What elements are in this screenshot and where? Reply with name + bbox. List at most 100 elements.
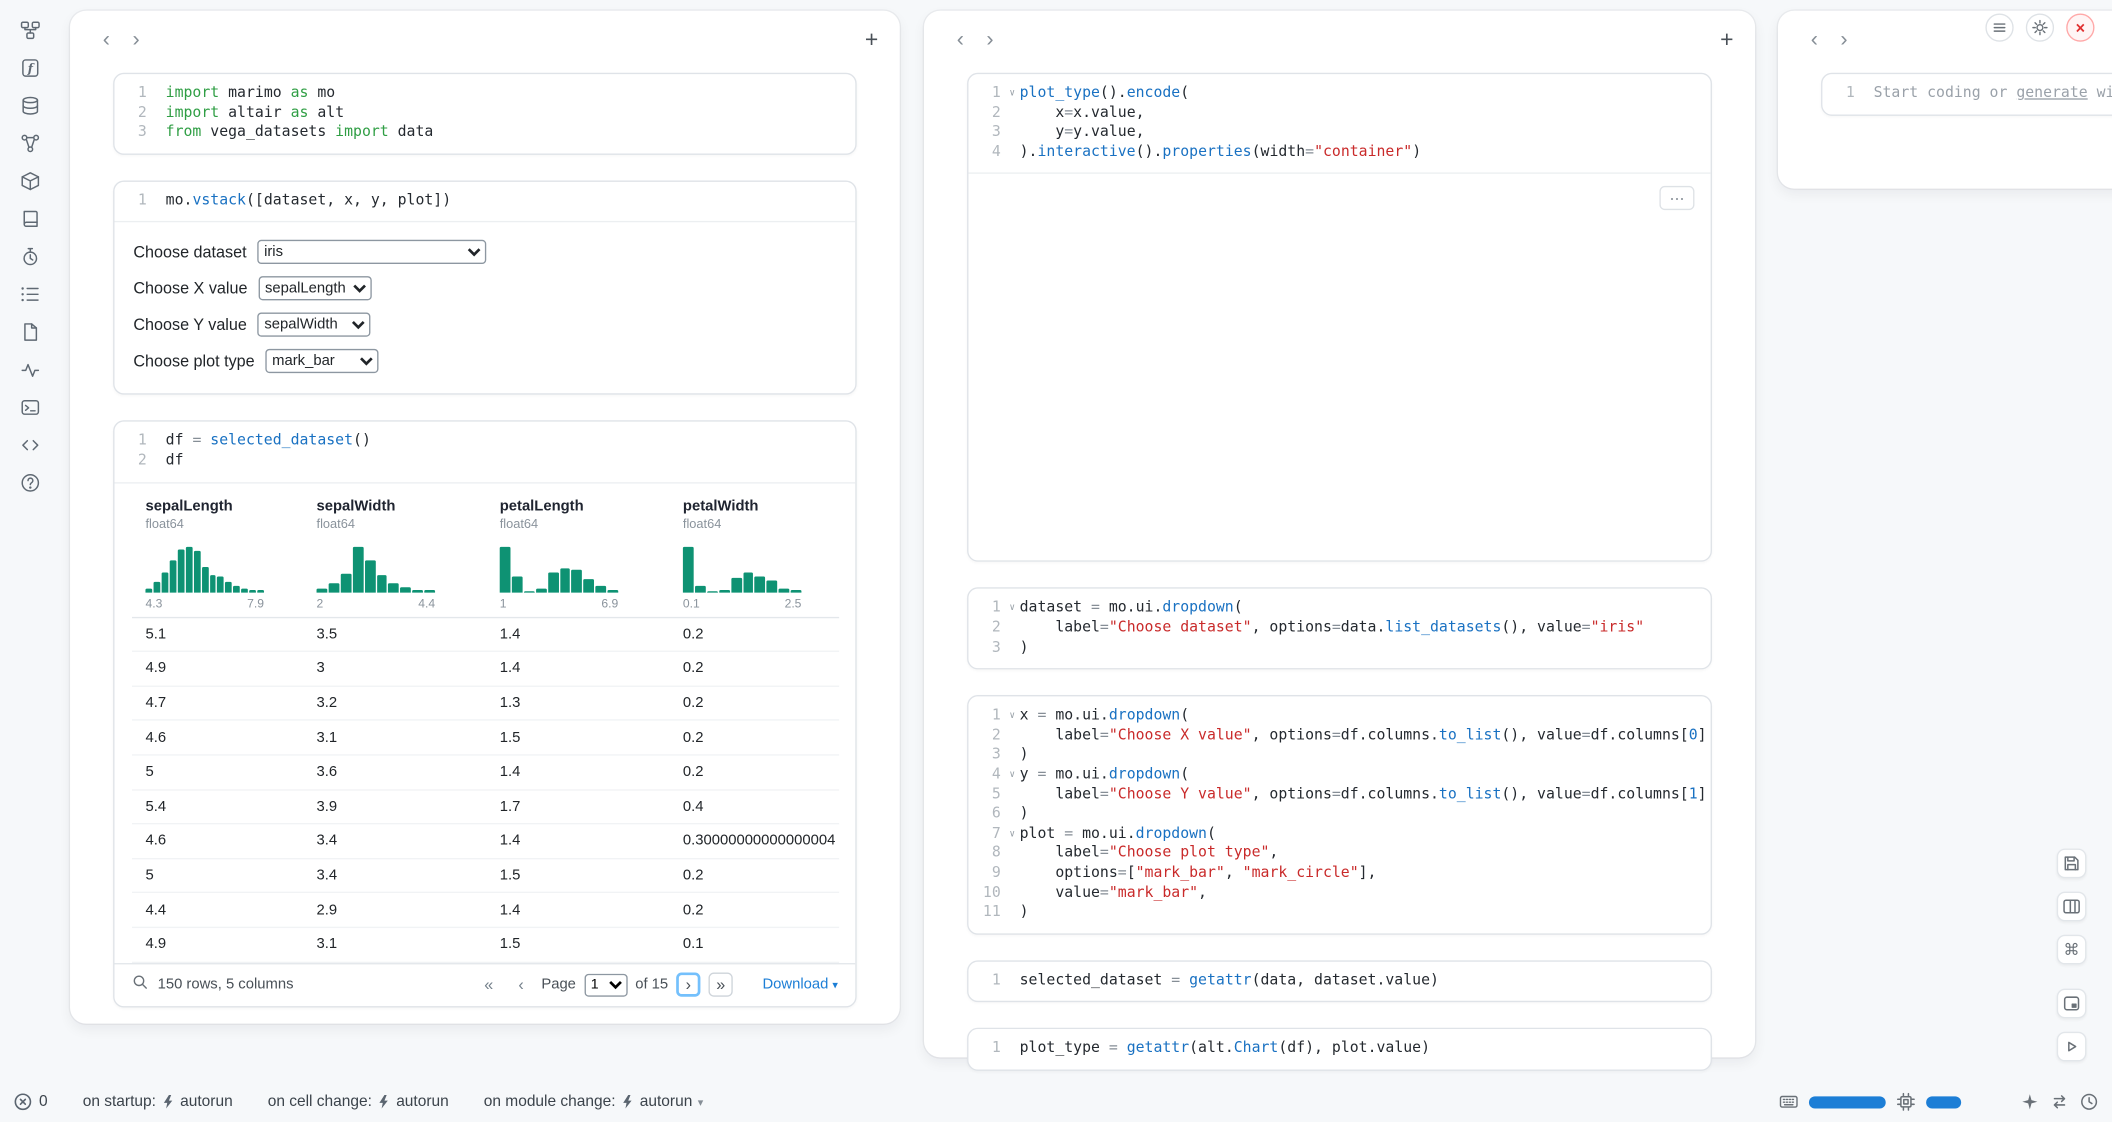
snippets-icon[interactable]: [15, 434, 45, 457]
fold-chevron-icon[interactable]: ∨: [1005, 599, 1020, 619]
code-line[interactable]: 3from vega_datasets import data: [114, 123, 844, 143]
download-button[interactable]: Download▾: [762, 977, 837, 993]
bar-chart[interactable]: [982, 188, 1688, 546]
code-line[interactable]: 10 value="mark_bar",: [968, 883, 1699, 903]
packages-icon[interactable]: [15, 170, 45, 193]
errors-indicator[interactable]: 0: [13, 1092, 47, 1111]
code-line[interactable]: 1∨plot_type().encode(: [968, 84, 1699, 104]
fold-chevron-icon[interactable]: ∨: [1005, 706, 1020, 726]
line-number: 10: [968, 883, 1004, 903]
svg-text:f: f: [27, 62, 35, 76]
chevron-left-icon[interactable]: ‹: [946, 30, 976, 52]
on-cell-change-chip[interactable]: on cell change: autorun: [268, 1094, 449, 1110]
dependency-graph-icon[interactable]: [15, 19, 45, 42]
variables-icon[interactable]: [15, 132, 45, 155]
datasources-icon[interactable]: [15, 94, 45, 117]
file-icon[interactable]: f: [15, 57, 45, 80]
console-panel-button[interactable]: [2057, 989, 2087, 1019]
code-line[interactable]: 1mo.vstack([dataset, x, y, plot]): [114, 191, 844, 211]
run-all-button[interactable]: [2057, 1032, 2087, 1062]
code-line[interactable]: 1∨x = mo.ui.dropdown(: [968, 706, 1699, 726]
first-page-button[interactable]: «: [477, 972, 501, 996]
cpu-icon[interactable]: [1896, 1092, 1915, 1111]
column-header-sepalLength[interactable]: sepalLengthfloat644.37.9: [132, 494, 303, 617]
code-line[interactable]: 2 label="Choose X value", options=df.col…: [968, 726, 1699, 746]
choose-plot-type-select[interactable]: mark_bar: [265, 349, 378, 373]
code-line[interactable]: 1import marimo as mo: [114, 84, 844, 104]
code-line[interactable]: 1df = selected_dataset(): [114, 432, 844, 452]
column-header-sepalWidth[interactable]: sepalWidthfloat6424.4: [303, 494, 486, 617]
add-cell-button[interactable]: +: [1720, 27, 1733, 54]
code-line[interactable]: 2 label="Choose dataset", options=data.l…: [968, 618, 1699, 638]
choose-dataset-select[interactable]: iris: [257, 240, 486, 264]
code-editor[interactable]: 1import marimo as mo2import altair as al…: [114, 74, 855, 153]
code-editor[interactable]: 1∨plot_type().encode(2 x=x.value,3 y=y.v…: [968, 74, 1710, 173]
clock-icon[interactable]: [2080, 1092, 2099, 1111]
chevron-right-icon[interactable]: ›: [975, 30, 1005, 52]
menu-button[interactable]: [1985, 13, 2013, 41]
outline-icon[interactable]: [15, 283, 45, 306]
chevron-right-icon[interactable]: ›: [1829, 30, 1859, 52]
page-select[interactable]: 1: [584, 973, 627, 996]
code-line[interactable]: 9 options=["mark_bar", "mark_circle"],: [968, 863, 1699, 883]
terminal-icon[interactable]: [15, 396, 45, 419]
fold-chevron-icon[interactable]: ∨: [1005, 84, 1020, 104]
line-number: 1: [968, 84, 1004, 104]
layout-grid-button[interactable]: [2057, 892, 2087, 922]
code-editor[interactable]: 1plot_type = getattr(alt.Chart(df), plot…: [968, 1029, 1710, 1069]
generate-link[interactable]: generate: [2016, 84, 2087, 102]
logs-icon[interactable]: [15, 358, 45, 381]
tracing-icon[interactable]: [15, 245, 45, 268]
code-editor[interactable]: 1∨dataset = mo.ui.dropdown(2 label="Choo…: [968, 589, 1710, 668]
sparkle-icon[interactable]: [2020, 1092, 2039, 1111]
code-line[interactable]: 2 x=x.value,: [968, 103, 1699, 123]
chart-menu-button[interactable]: ⋯: [1659, 186, 1694, 210]
chevron-left-icon[interactable]: ‹: [1800, 30, 1830, 52]
prev-page-button[interactable]: ‹: [509, 972, 533, 996]
line-number: 1: [968, 706, 1004, 726]
chevron-right-icon[interactable]: ›: [121, 30, 151, 52]
on-startup-chip[interactable]: on startup: autorun: [83, 1094, 233, 1110]
next-page-button[interactable]: ›: [676, 972, 700, 996]
choose-x-value-select[interactable]: sepalLength: [258, 277, 371, 301]
code-line[interactable]: 5 label="Choose Y value", options=df.col…: [968, 785, 1699, 805]
code-line[interactable]: 3): [968, 638, 1699, 658]
code-line[interactable]: 8 label="Choose plot type",: [968, 844, 1699, 864]
fold-chevron-icon[interactable]: ∨: [1005, 824, 1020, 844]
code-line[interactable]: 7∨plot = mo.ui.dropdown(: [968, 824, 1699, 844]
code-line[interactable]: 11): [968, 903, 1699, 923]
code-line[interactable]: 3): [968, 745, 1699, 765]
code-line[interactable]: 4∨y = mo.ui.dropdown(: [968, 765, 1699, 785]
help-icon[interactable]: [15, 471, 45, 494]
code-editor[interactable]: 1∨x = mo.ui.dropdown(2 label="Choose X v…: [968, 697, 1710, 933]
code-line[interactable]: 1selected_dataset = getattr(data, datase…: [968, 971, 1699, 991]
add-cell-button[interactable]: +: [865, 27, 878, 54]
column-header-petalWidth[interactable]: petalWidthfloat640.12.5: [669, 494, 839, 617]
code-editor[interactable]: 1mo.vstack([dataset, x, y, plot]): [114, 182, 855, 222]
code-line[interactable]: 6): [968, 804, 1699, 824]
fold-chevron-icon[interactable]: ∨: [1005, 765, 1020, 785]
choose-y-value-select[interactable]: sepalWidth: [258, 313, 371, 337]
keyboard-shortcuts-button[interactable]: ⌘: [2057, 935, 2087, 965]
settings-button[interactable]: [2026, 13, 2054, 41]
code-line[interactable]: 1plot_type = getattr(alt.Chart(df), plot…: [968, 1039, 1699, 1059]
code-line[interactable]: 2df: [114, 451, 844, 471]
code-line[interactable]: 4).interactive().properties(width="conta…: [968, 142, 1699, 162]
code-editor[interactable]: 1 Start coding or generate with: [1822, 74, 2112, 114]
code-editor[interactable]: 1selected_dataset = getattr(data, datase…: [968, 961, 1710, 1001]
last-page-button[interactable]: »: [709, 972, 733, 996]
documentation-icon[interactable]: [15, 207, 45, 230]
code-line[interactable]: 3 y=y.value,: [968, 123, 1699, 143]
keyboard-icon[interactable]: [1779, 1092, 1798, 1111]
code-line[interactable]: 1∨dataset = mo.ui.dropdown(: [968, 599, 1699, 619]
column-header-petalLength[interactable]: petalLengthfloat6416.9: [486, 494, 669, 617]
scratchpad-icon[interactable]: [15, 321, 45, 344]
chevron-left-icon[interactable]: ‹: [92, 30, 122, 52]
code-line[interactable]: 2import altair as alt: [114, 103, 844, 123]
swap-icon[interactable]: [2050, 1092, 2069, 1111]
shutdown-button[interactable]: ×: [2066, 13, 2094, 41]
on-module-change-chip[interactable]: on module change: autorun ▾: [484, 1094, 703, 1110]
code-editor[interactable]: 1df = selected_dataset()2df: [114, 422, 855, 482]
save-button[interactable]: [2057, 849, 2087, 879]
search-icon[interactable]: [132, 974, 150, 996]
